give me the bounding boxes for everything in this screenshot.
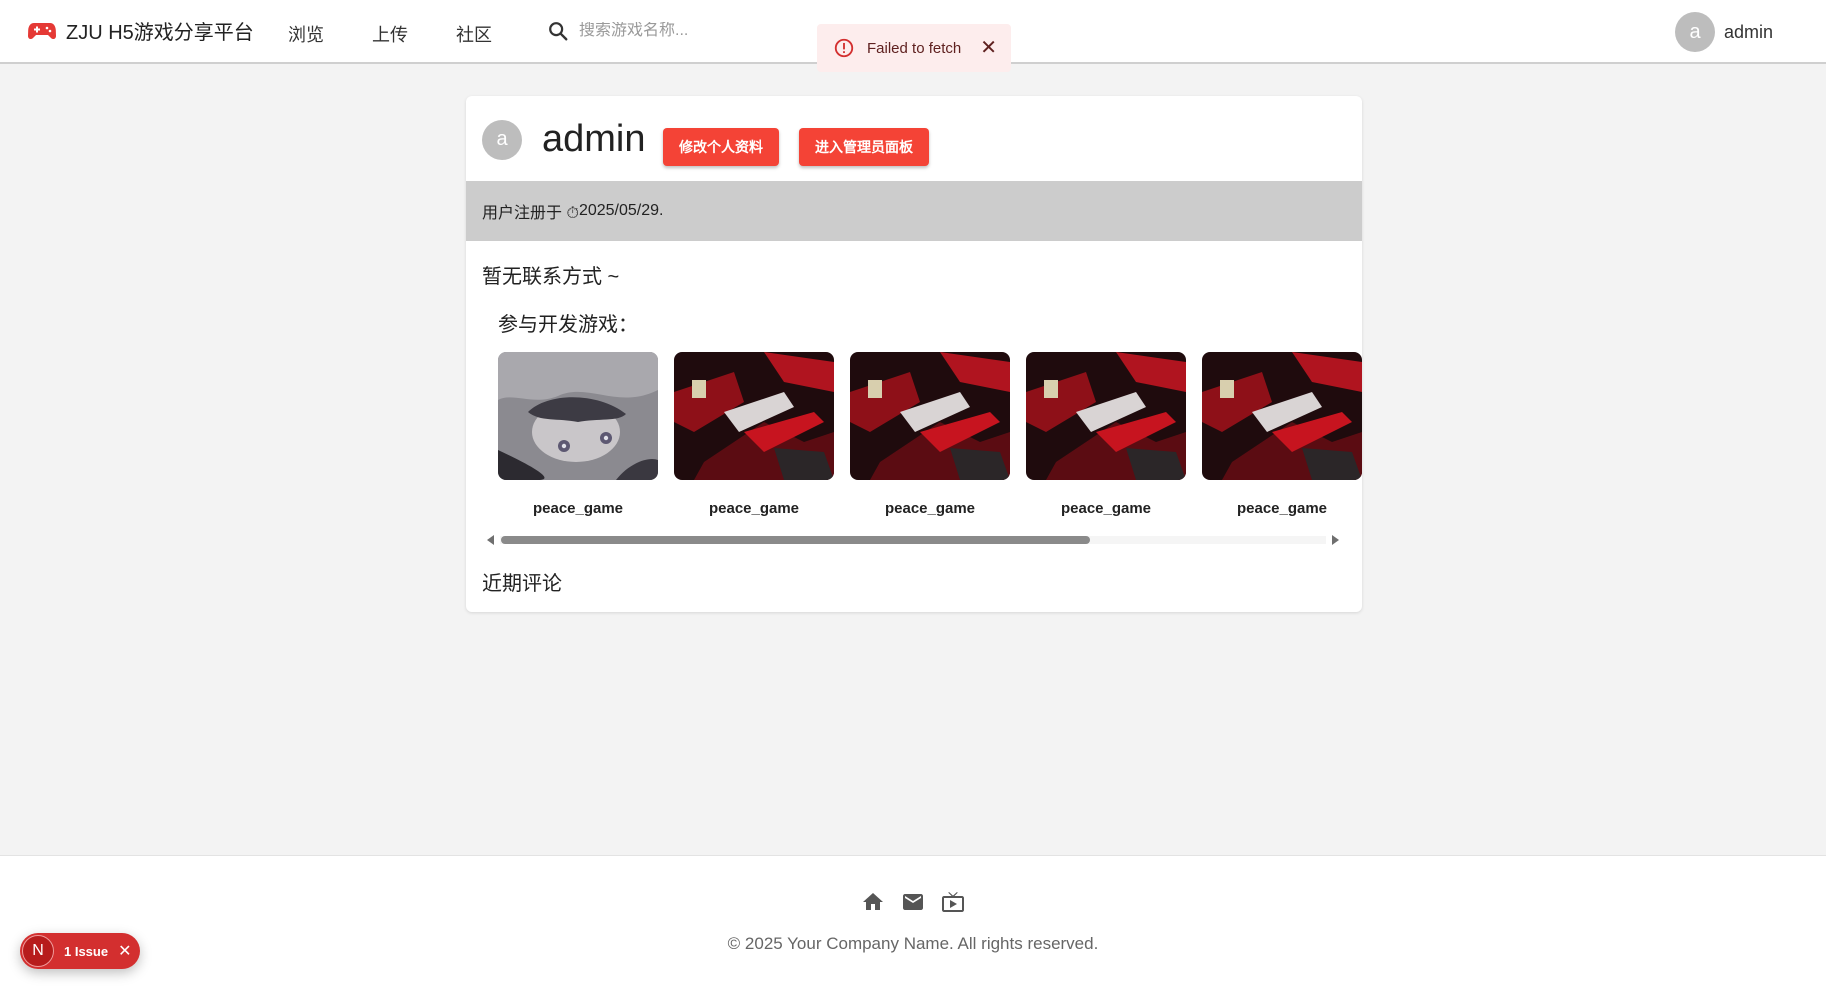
recent-comments-heading: 近期评论	[482, 573, 562, 595]
scroll-right-icon[interactable]	[1332, 535, 1339, 545]
game-thumbnail[interactable]	[1202, 352, 1362, 480]
games-heading: 参与开发游戏：	[498, 314, 638, 336]
registration-prefix: 用户注册于 ⏱	[482, 205, 579, 222]
username[interactable]: admin	[1724, 22, 1773, 43]
game-thumbnail[interactable]	[1026, 352, 1186, 480]
game-title[interactable]: peace_game	[1202, 500, 1362, 517]
profile-avatar: a	[482, 119, 522, 160]
game-thumbnail[interactable]	[850, 352, 1010, 480]
game-card[interactable]: peace_game	[674, 352, 834, 517]
footer: © 2025 Your Company Name. All rights res…	[0, 855, 1826, 987]
brand-title: ZJU H5游戏分享平台	[66, 22, 254, 44]
game-card[interactable]: peace_game	[1202, 352, 1362, 517]
admin-panel-button[interactable]: 进入管理员面板	[799, 128, 929, 166]
search-bar	[547, 20, 779, 42]
game-card[interactable]: peace_game	[850, 352, 1010, 517]
nav-upload[interactable]: 上传	[372, 21, 408, 47]
search-icon	[549, 22, 568, 41]
copyright: © 2025 Your Company Name. All rights res…	[727, 934, 1099, 953]
toast-message: Failed to fetch	[867, 39, 962, 57]
game-thumbnail[interactable]	[674, 352, 834, 480]
issue-logo[interactable]: N	[22, 935, 54, 967]
mail-icon[interactable]	[901, 890, 925, 914]
registration-info: 用户注册于 ⏱ 2025/05/29.	[466, 181, 1362, 241]
error-icon	[834, 38, 854, 58]
registration-date: 2025/05/29.	[578, 202, 664, 219]
games-scrollbar[interactable]	[482, 533, 1344, 547]
nav-community[interactable]: 社区	[456, 21, 492, 47]
edit-profile-button[interactable]: 修改个人资料	[663, 128, 779, 166]
issues-badge[interactable]: N 1 Issue ✕	[20, 933, 140, 969]
error-toast: Failed to fetch ✕	[817, 24, 1011, 72]
game-title[interactable]: peace_game	[850, 500, 1010, 517]
tv-icon[interactable]	[941, 890, 965, 914]
scrollbar-thumb[interactable]	[501, 536, 1090, 544]
close-icon[interactable]: ✕	[118, 941, 131, 961]
game-title[interactable]: peace_game	[674, 500, 834, 517]
gamepad-icon	[28, 22, 56, 39]
search-input[interactable]	[579, 22, 779, 40]
scroll-left-icon[interactable]	[487, 535, 494, 545]
close-icon[interactable]: ✕	[980, 38, 997, 58]
game-thumbnail[interactable]	[498, 352, 658, 480]
games-list: peace_game peace_game peace_game peace_g…	[498, 352, 1362, 532]
profile-card: a admin 修改个人资料 进入管理员面板 用户注册于 ⏱ 2025/05/2…	[466, 96, 1362, 612]
game-card[interactable]: peace_game	[498, 352, 658, 517]
game-title[interactable]: peace_game	[498, 500, 658, 517]
brand[interactable]: ZJU H5游戏分享平台	[28, 16, 254, 45]
issue-count[interactable]: 1 Issue	[64, 944, 108, 959]
profile-name: admin	[542, 118, 646, 160]
user-menu[interactable]: a admin	[1675, 12, 1773, 52]
game-title[interactable]: peace_game	[1026, 500, 1186, 517]
avatar[interactable]: a	[1675, 12, 1715, 52]
home-icon[interactable]	[861, 890, 885, 914]
profile-header: a admin	[482, 118, 646, 161]
contact-info: 暂无联系方式 ~	[482, 266, 620, 288]
footer-icons	[861, 890, 965, 914]
game-card[interactable]: peace_game	[1026, 352, 1186, 517]
nav-browse[interactable]: 浏览	[288, 21, 324, 47]
